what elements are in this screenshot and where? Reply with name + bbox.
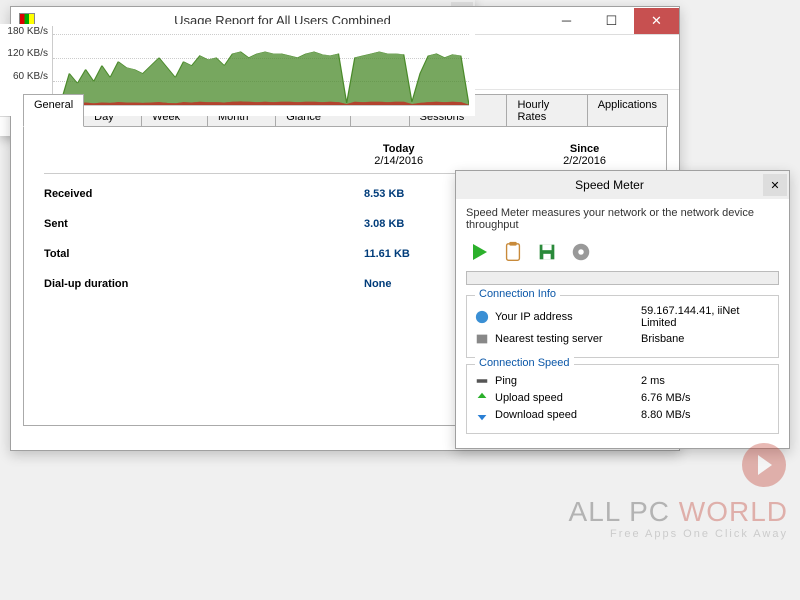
ip-label: Your IP address: [495, 311, 635, 323]
connection-speed-title: Connection Speed: [475, 357, 574, 369]
ip-value: 59.167.144.41, iiNet Limited: [641, 305, 770, 329]
server-value: Brisbane: [641, 333, 770, 345]
speed-title: Speed Meter: [456, 178, 763, 192]
save-button[interactable]: [534, 239, 560, 265]
connection-speed-group: Connection Speed Ping 2 ms Upload speed …: [466, 364, 779, 434]
download-value: 8.80 MB/s: [641, 409, 770, 421]
speed-close-button[interactable]: ✕: [763, 174, 787, 196]
sent-label: Sent: [44, 218, 284, 230]
ping-icon: [475, 374, 489, 388]
download-label: Download speed: [495, 409, 635, 421]
server-label: Nearest testing server: [495, 333, 635, 345]
received-value: 8.53 KB: [364, 188, 404, 200]
ping-label: Ping: [495, 375, 635, 387]
since-header: Since: [563, 143, 606, 155]
speed-meter-window: Speed Meter ✕ Speed Meter measures your …: [455, 170, 790, 449]
upload-value: 6.76 MB/s: [641, 392, 770, 404]
play-button[interactable]: [466, 239, 492, 265]
tab-applications[interactable]: Applications: [587, 94, 668, 127]
connection-info-group: Connection Info Your IP address 59.167.1…: [466, 295, 779, 358]
today-date: 2/14/2016: [374, 155, 423, 167]
speed-description: Speed Meter measures your network or the…: [466, 207, 779, 231]
close-button[interactable]: ✕: [634, 8, 679, 34]
settings-button[interactable]: [568, 239, 594, 265]
chart-plot: [52, 26, 469, 106]
sent-value: 3.08 KB: [364, 218, 404, 230]
download-icon: [475, 408, 489, 422]
dialup-value: None: [364, 278, 392, 290]
today-header: Today: [374, 143, 423, 155]
clipboard-button[interactable]: [500, 239, 526, 265]
connection-info-title: Connection Info: [475, 288, 560, 300]
dialup-label: Dial-up duration: [44, 278, 284, 290]
tab-general[interactable]: General: [23, 94, 84, 127]
minimize-button[interactable]: ─: [544, 8, 589, 34]
server-icon: [475, 332, 489, 346]
received-label: Received: [44, 188, 284, 200]
y-tick: 120 KB/s: [7, 48, 48, 59]
upload-label: Upload speed: [495, 392, 635, 404]
chart-svg: [53, 26, 469, 105]
progress-bar: [466, 271, 779, 285]
y-tick: 180 KB/s: [7, 26, 48, 37]
speed-titlebar[interactable]: Speed Meter ✕: [456, 171, 789, 199]
globe-icon: [475, 310, 489, 324]
tab-hourly[interactable]: Hourly Rates: [506, 94, 587, 127]
y-tick: 60 KB/s: [13, 71, 48, 82]
ping-value: 2 ms: [641, 375, 770, 387]
total-label: Total: [44, 248, 284, 260]
total-value: 11.61 KB: [364, 248, 410, 260]
maximize-button[interactable]: ☐: [589, 8, 634, 34]
watermark: ALL PC WORLD Free Apps One Click Away: [569, 441, 788, 540]
since-date: 2/2/2016: [563, 155, 606, 167]
upload-icon: [475, 391, 489, 405]
